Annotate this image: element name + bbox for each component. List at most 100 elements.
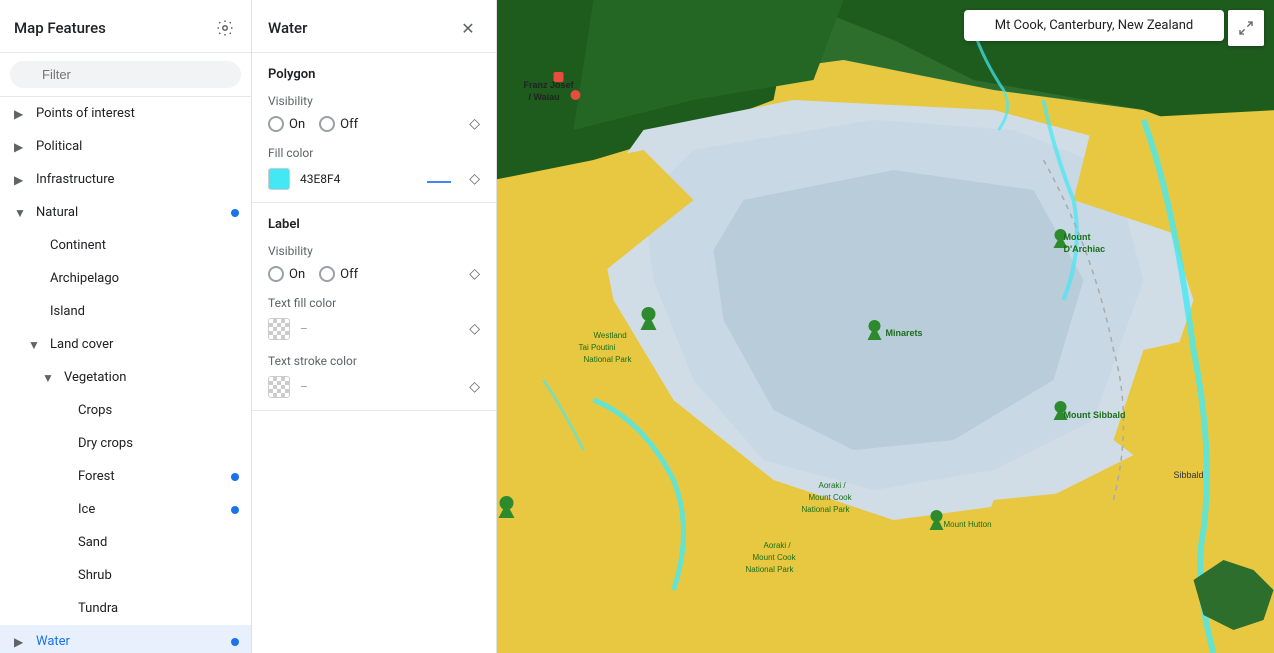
- sidebar-item-shrub[interactable]: Shrub: [0, 559, 251, 592]
- middle-header: Water ✕: [252, 0, 496, 53]
- sidebar-item-infrastructure[interactable]: ▶ Infrastructure: [0, 163, 251, 196]
- sidebar-label: Continent: [50, 238, 106, 253]
- left-header: Map Features: [0, 0, 251, 53]
- svg-text:National Park: National Park: [802, 505, 851, 514]
- modified-dot: [231, 506, 239, 514]
- svg-text:Mount Cook: Mount Cook: [753, 553, 797, 562]
- sidebar-item-points-of-interest[interactable]: ▶ Points of interest: [0, 97, 251, 130]
- chevron-down-icon: ▼: [28, 338, 46, 352]
- sidebar-label: Land cover: [50, 337, 113, 352]
- radio-on-circle: [268, 116, 284, 132]
- polygon-visibility-diamond[interactable]: ◇: [469, 116, 480, 132]
- sidebar-item-ice[interactable]: Ice: [0, 493, 251, 526]
- svg-text:Aoraki /: Aoraki /: [764, 541, 792, 550]
- text-stroke-dash: –: [300, 380, 308, 394]
- svg-text:National Park: National Park: [746, 565, 795, 574]
- fill-color-label: Fill color: [268, 146, 480, 160]
- chevron-down-icon: ▼: [42, 371, 60, 385]
- sidebar-label: Political: [36, 139, 82, 154]
- fill-color-swatch[interactable]: [268, 168, 290, 190]
- polygon-title: Polygon: [268, 67, 480, 82]
- sidebar-item-natural[interactable]: ▼ Natural: [0, 196, 251, 229]
- sidebar-label: Ice: [78, 502, 95, 517]
- label-visibility-row: On Off ◇: [268, 266, 480, 282]
- label-visibility-label: Visibility: [268, 244, 480, 258]
- sidebar-label: Crops: [78, 403, 112, 418]
- label-visibility-on[interactable]: On: [268, 266, 305, 282]
- sidebar-label: Island: [50, 304, 85, 319]
- map-canvas: WEST COAST WEST COAST WEST COAST CANTERB…: [497, 0, 1274, 653]
- text-stroke-label: Text stroke color: [268, 354, 480, 368]
- modified-dot: [231, 473, 239, 481]
- sidebar-item-tundra[interactable]: Tundra: [0, 592, 251, 625]
- svg-text:Minarets: Minarets: [886, 328, 923, 338]
- fill-color-hex: 43E8F4: [300, 172, 417, 186]
- sidebar-label: Shrub: [78, 568, 112, 583]
- filter-input[interactable]: [10, 61, 241, 88]
- sidebar-item-land-cover[interactable]: ▼ Land cover: [0, 328, 251, 361]
- sidebar-item-island[interactable]: Island: [0, 295, 251, 328]
- sidebar-item-political[interactable]: ▶ Political: [0, 130, 251, 163]
- polygon-section: Polygon Visibility On Off ◇ Fill color 4…: [252, 53, 496, 203]
- svg-text:Franz Josef: Franz Josef: [524, 80, 575, 90]
- label-visibility-diamond[interactable]: ◇: [469, 266, 480, 282]
- map-area: Mt Cook, Canterbury, New Zealand: [497, 0, 1274, 653]
- radio-on-label: On: [289, 267, 305, 282]
- chevron-right-icon: ▶: [14, 140, 32, 154]
- svg-text:Mount Cook: Mount Cook: [809, 493, 853, 502]
- sidebar-item-sand[interactable]: Sand: [0, 526, 251, 559]
- sidebar-label: Dry crops: [78, 436, 133, 451]
- map-search-bar[interactable]: Mt Cook, Canterbury, New Zealand: [964, 10, 1224, 41]
- middle-panel: Water ✕ Polygon Visibility On Off ◇ Fill…: [252, 0, 497, 653]
- modified-dot: [231, 638, 239, 646]
- label-visibility-off[interactable]: Off: [319, 266, 358, 282]
- svg-text:Westland: Westland: [594, 331, 627, 340]
- text-fill-diamond[interactable]: ◇: [469, 321, 480, 337]
- polygon-visibility-row: On Off ◇: [268, 116, 480, 132]
- map-search-text: Mt Cook, Canterbury, New Zealand: [995, 18, 1194, 33]
- sidebar-item-dry-crops[interactable]: Dry crops: [0, 427, 251, 460]
- radio-off-circle: [319, 266, 335, 282]
- text-stroke-diamond[interactable]: ◇: [469, 379, 480, 395]
- svg-text:National Park: National Park: [584, 355, 633, 364]
- svg-text:/ Waiau: / Waiau: [529, 92, 560, 102]
- sidebar-label: Infrastructure: [36, 172, 114, 187]
- filter-bar: [0, 53, 251, 97]
- chevron-right-icon: ▶: [14, 107, 32, 121]
- label-section: Label Visibility On Off ◇ Text fill colo…: [252, 203, 496, 411]
- text-stroke-swatch[interactable]: [268, 376, 290, 398]
- sidebar-label: Forest: [78, 469, 115, 484]
- sidebar-item-crops[interactable]: Crops: [0, 394, 251, 427]
- svg-text:Tai Poutini: Tai Poutini: [579, 343, 616, 352]
- sidebar-label: Points of interest: [36, 106, 135, 121]
- sidebar-item-continent[interactable]: Continent: [0, 229, 251, 262]
- label-title: Label: [268, 217, 480, 232]
- svg-text:Sibbald: Sibbald: [1174, 470, 1204, 480]
- filter-wrap: [10, 61, 241, 88]
- sidebar-item-forest[interactable]: Forest: [0, 460, 251, 493]
- sidebar-item-vegetation[interactable]: ▼ Vegetation: [0, 361, 251, 394]
- text-fill-swatch[interactable]: [268, 318, 290, 340]
- chevron-right-icon: ▶: [14, 173, 32, 187]
- modified-dot: [231, 209, 239, 217]
- sidebar-item-archipelago[interactable]: Archipelago: [0, 262, 251, 295]
- svg-text:Mount Sibbald: Mount Sibbald: [1064, 410, 1126, 420]
- sidebar-item-water[interactable]: ▶ Water: [0, 625, 251, 653]
- svg-text:Mount: Mount: [1064, 232, 1091, 242]
- settings-button[interactable]: [211, 14, 239, 42]
- text-fill-row: – ◇: [268, 318, 480, 340]
- left-panel: Map Features ▶ Points of interest ▶ P: [0, 0, 252, 653]
- close-button[interactable]: ✕: [454, 14, 482, 42]
- left-panel-title: Map Features: [14, 19, 106, 37]
- text-stroke-row: – ◇: [268, 376, 480, 398]
- sidebar-label: Archipelago: [50, 271, 119, 286]
- nav-items: ▶ Points of interest ▶ Political ▶ Infra…: [0, 97, 251, 653]
- sidebar-label: Vegetation: [64, 370, 126, 385]
- polygon-visibility-on[interactable]: On: [268, 116, 305, 132]
- chevron-right-icon: ▶: [14, 635, 32, 649]
- radio-off-circle: [319, 116, 335, 132]
- sidebar-label: Water: [36, 634, 70, 649]
- fill-color-diamond[interactable]: ◇: [469, 171, 480, 187]
- fullscreen-button[interactable]: [1228, 10, 1264, 46]
- polygon-visibility-off[interactable]: Off: [319, 116, 358, 132]
